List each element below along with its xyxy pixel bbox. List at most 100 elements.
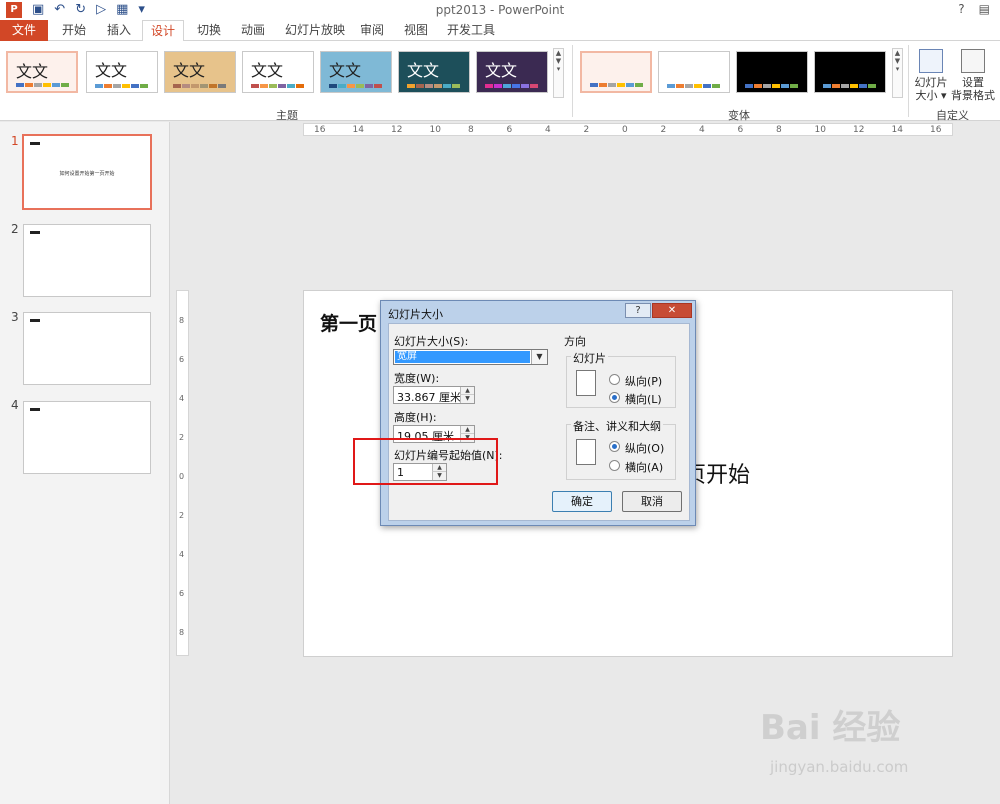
ribbon-display-icon[interactable]: ▤ [979,2,990,16]
highlight-annotation-box [353,438,498,485]
width-value: 33.867 厘米 [397,391,461,404]
window-controls: ? ▤ [958,2,990,16]
slide-size-button[interactable]: 幻灯片 大小 ▾ [912,49,950,102]
theme-label: 文文 [251,61,284,80]
tab-developer[interactable]: 开发工具 [442,20,500,41]
tab-file[interactable]: 文件 [0,20,48,41]
ruler-tick: 8 [179,316,185,325]
slide-thumbnail-2[interactable] [23,224,151,297]
help-icon[interactable]: ? [958,2,964,16]
slide-size-label: 幻灯片大小(S): [394,335,469,348]
format-background-icon [961,49,985,73]
ruler-tick: 12 [391,125,403,135]
ruler-tick: 10 [814,125,826,135]
portrait-page-icon [576,370,596,396]
notes-portrait-label[interactable]: 纵向(O) [625,440,664,456]
tab-view[interactable]: 视图 [396,20,436,41]
theme-label: 文文 [173,61,206,80]
chevron-down-icon[interactable]: ▼ [531,350,547,364]
ruler-tick: 4 [179,394,185,403]
theme-4[interactable]: 文文 [242,51,314,93]
ruler-tick: 16 [930,125,942,135]
spin-up-icon[interactable]: ▲ [460,387,474,395]
window-title: ppt2013 - PowerPoint [435,3,565,17]
notes-group-label: 备注、讲义和大纲 [571,418,663,434]
theme-2[interactable]: 文文 [86,51,158,93]
watermark-url: jingyan.baidu.com [770,758,909,776]
slide-size-label: 幻灯片 [914,76,948,89]
spin-down-icon[interactable]: ▼ [460,395,474,403]
ok-button[interactable]: 确定 [552,491,612,512]
tab-design[interactable]: 设计 [142,20,184,42]
slides-portrait-radio[interactable] [609,374,620,385]
spin-up-icon[interactable]: ▲ [460,426,474,434]
height-label: 高度(H): [394,411,437,424]
ruler-tick: 14 [891,125,903,135]
width-spinner[interactable]: 33.867 厘米 ▲ ▼ [393,386,475,404]
portrait-page-icon [576,439,596,465]
title-mark [30,142,40,145]
dialog-close-button[interactable]: ✕ [652,303,692,318]
tab-review[interactable]: 审阅 [352,20,392,41]
tab-animations[interactable]: 动画 [232,20,274,41]
group-label-themes: 主题 [276,109,298,122]
theme-label: 文文 [329,61,362,80]
slides-landscape-radio[interactable] [609,392,620,403]
title-mark [30,408,40,411]
theme-office[interactable]: 文文 [6,51,78,93]
tab-insert[interactable]: 插入 [98,20,140,41]
ruler-tick: 8 [179,628,185,637]
ruler-tick: 10 [429,125,441,135]
ruler-tick: 6 [506,125,513,135]
dialog-help-button[interactable]: ? [625,303,651,318]
ruler-tick: 4 [179,550,185,559]
dialog-body: 幻灯片大小(S): 宽屏 ▼ 宽度(W): 33.867 厘米 ▲ ▼ 高度(H… [388,323,690,521]
slides-group-label: 幻灯片 [571,350,608,366]
theme-5[interactable]: 文文 [320,51,392,93]
slide-number: 4 [11,398,19,412]
tab-slideshow[interactable]: 幻灯片放映 [280,20,350,41]
slide-thumbnail-1[interactable]: 如何设置开始第一页开始 [22,134,152,210]
slide-number: 1 [11,134,19,148]
ruler-tick: 14 [352,125,364,135]
title-mark [30,231,40,234]
variant-gallery-scroll[interactable]: ▲ ▼ ▾ [892,48,903,98]
ruler-tick: 2 [583,125,590,135]
variant-4[interactable] [814,51,886,93]
slide-thumbnail-4[interactable] [23,401,151,474]
format-background-button[interactable]: 设置 背景格式 [950,49,996,102]
theme-7[interactable]: 文文 [476,51,548,93]
cancel-button[interactable]: 取消 [622,491,682,512]
orientation-label: 方向 [564,335,586,348]
slide-title[interactable]: 第一页 [320,309,377,336]
ruler-tick: 8 [776,125,782,135]
width-label: 宽度(W): [394,372,440,385]
group-label-customize: 自定义 [936,109,969,122]
theme-3[interactable]: 文文 [164,51,236,93]
notes-portrait-radio[interactable] [609,441,620,452]
variant-1[interactable] [580,51,652,93]
notes-landscape-radio[interactable] [609,460,620,471]
variant-3[interactable] [736,51,808,93]
slides-portrait-label[interactable]: 纵向(P) [625,373,662,389]
title-bar: P ▣ ↶ ↻ ▷ ▦ ▾ ppt2013 - PowerPoint ? ▤ [0,0,1000,20]
slide-thumbnail-3[interactable] [23,312,151,385]
dialog-title: 幻灯片大小 [388,308,443,321]
tab-home[interactable]: 开始 [52,20,96,41]
format-background-label: 设置 [962,76,984,89]
title-mark [30,319,40,322]
slide-number: 2 [11,222,19,236]
ruler-tick: 16 [314,125,326,135]
slide-size-dialog: 幻灯片大小 ? ✕ 幻灯片大小(S): 宽屏 ▼ 宽度(W): 33.867 厘… [380,300,696,526]
slide-size-select[interactable]: 宽屏 ▼ [393,349,548,365]
variant-2[interactable] [658,51,730,93]
ruler-tick: 2 [179,433,185,442]
slides-landscape-label[interactable]: 横向(L) [625,391,662,407]
ribbon: 文文 文文 文文 文文 文文 文文 文文 ▲ ▼ ▾ 主题 ▲ ▼ ▾ 变体 幻… [0,41,1000,122]
theme-label: 文文 [16,62,49,81]
notes-landscape-label[interactable]: 横向(A) [625,459,663,475]
slide-size-value: 宽屏 [395,351,530,363]
theme-gallery-scroll[interactable]: ▲ ▼ ▾ [553,48,564,98]
tab-transitions[interactable]: 切换 [188,20,230,41]
theme-6[interactable]: 文文 [398,51,470,93]
